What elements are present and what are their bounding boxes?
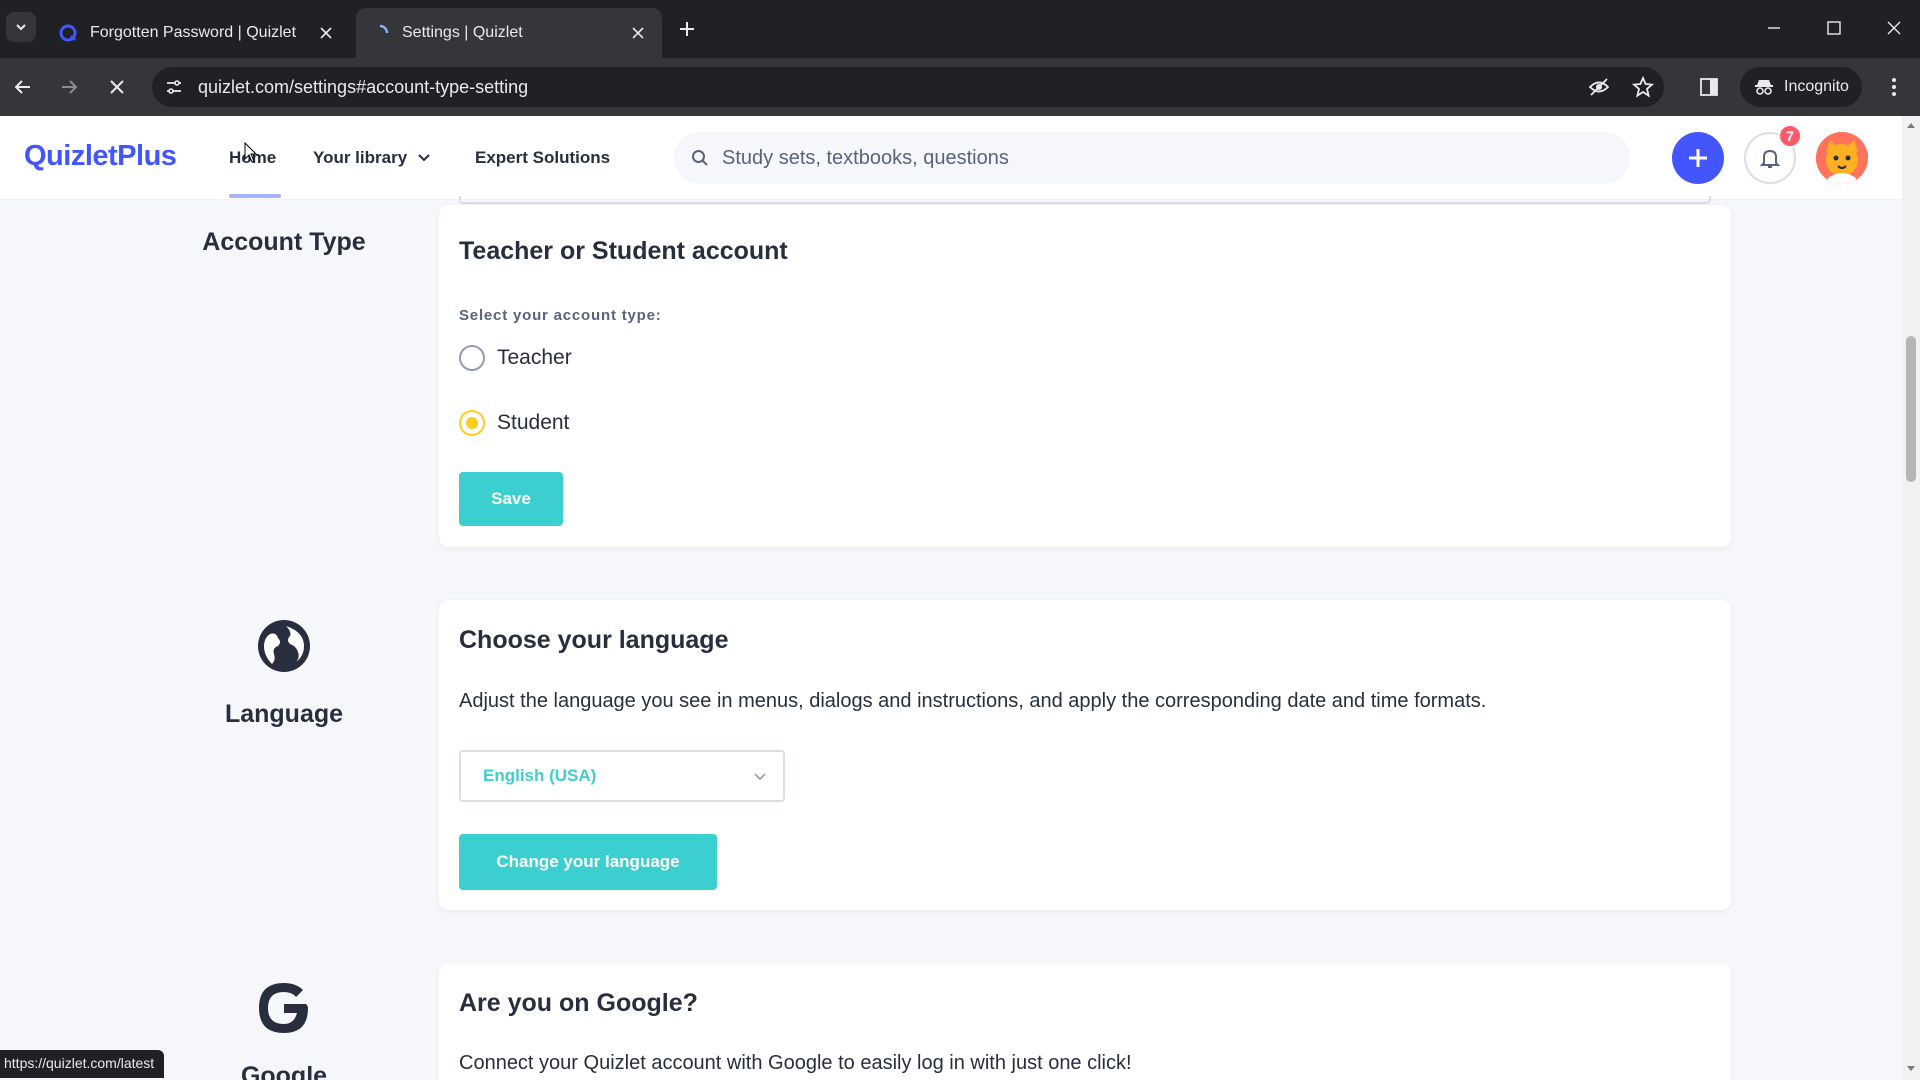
language-selected-value: English (USA) (483, 766, 597, 785)
scroll-up-arrow-icon[interactable] (1906, 120, 1916, 130)
scrollbar-thumb[interactable] (1906, 336, 1916, 482)
site-header: QuizletPlus Home Your library Expert Sol… (0, 116, 1902, 200)
language-select[interactable]: English (USA) (459, 750, 785, 802)
close-icon (110, 80, 124, 94)
chevron-down-icon (16, 24, 26, 31)
nav-expert-label: Expert Solutions (475, 148, 611, 167)
teacher-radio[interactable]: Teacher (459, 345, 572, 371)
previous-section-field-edge (459, 196, 1711, 204)
cat-avatar-icon (1816, 132, 1868, 184)
language-description: Adjust the language you see in menus, di… (459, 690, 1487, 712)
account-type-select-label: Select your account type: (459, 307, 662, 324)
teacher-label: Teacher (497, 346, 572, 369)
incognito-icon (1755, 80, 1773, 95)
plus-icon (1689, 149, 1707, 167)
incognito-label: Incognito (1784, 78, 1849, 95)
bookmark-star-icon[interactable] (1632, 76, 1654, 98)
language-card: Choose your language Adjust the language… (439, 600, 1731, 910)
google-icon (256, 980, 312, 1036)
google-description: Connect your Quizlet account with Google… (459, 1052, 1132, 1074)
quizlet-plus-logo[interactable]: QuizletPlus (24, 140, 177, 173)
back-button[interactable] (6, 70, 40, 104)
mouse-cursor-icon (244, 142, 258, 163)
plus-icon (680, 22, 694, 36)
create-button[interactable] (1672, 132, 1724, 184)
search-input[interactable]: Study sets, textbooks, questions (674, 132, 1630, 184)
loading-spinner-icon (370, 23, 390, 43)
radio-selected[interactable] (459, 410, 485, 436)
browser-tab-bar: Forgotten Password | Quizlet Settings | … (0, 0, 1920, 58)
status-bar-url: https://quizlet.com/latest (0, 1050, 165, 1078)
more-vertical-icon (1892, 78, 1896, 96)
chevron-down-icon (753, 770, 767, 784)
browser-toolbar: quizlet.com/settings#account-type-settin… (0, 58, 1920, 116)
google-side-label: Google (240, 1062, 328, 1080)
close-icon[interactable] (316, 23, 336, 43)
tab-title: Forgotten Password | Quizlet (90, 24, 297, 41)
active-nav-indicator (229, 194, 281, 198)
quizlet-favicon-icon (58, 23, 78, 43)
url-text: quizlet.com/settings#account-type-settin… (198, 77, 529, 97)
globe-icon (256, 618, 312, 674)
side-panel-icon (1700, 78, 1718, 96)
site-settings-icon[interactable] (164, 77, 184, 97)
tab-title: Settings | Quizlet (402, 24, 523, 41)
tab-search-button[interactable] (6, 12, 36, 42)
tab-settings[interactable]: Settings | Quizlet (356, 8, 662, 58)
arrow-left-icon (14, 80, 30, 94)
minimize-icon (1768, 27, 1780, 29)
eye-off-icon[interactable] (1588, 76, 1610, 98)
incognito-indicator[interactable]: Incognito (1740, 67, 1862, 107)
account-type-side-label: Account Type (202, 228, 366, 256)
nav-library-label: Your library (313, 148, 408, 167)
language-title: Choose your language (459, 626, 729, 654)
tab-forgotten-password[interactable]: Forgotten Password | Quizlet (44, 8, 350, 58)
language-side-label: Language (224, 700, 344, 728)
stop-loading-button[interactable] (100, 70, 134, 104)
avatar[interactable] (1816, 132, 1868, 184)
maximize-icon (1827, 21, 1841, 35)
forward-button[interactable] (52, 70, 86, 104)
nav-your-library[interactable]: Your library (313, 148, 431, 168)
student-label: Student (497, 411, 570, 434)
browser-menu-button[interactable] (1882, 74, 1906, 100)
arrow-right-icon (62, 80, 78, 94)
side-panel-button[interactable] (1692, 70, 1726, 104)
new-tab-button[interactable] (672, 14, 702, 44)
bell-icon (1759, 149, 1781, 168)
search-icon (690, 148, 710, 168)
account-type-title: Teacher or Student account (459, 237, 788, 265)
save-button[interactable]: Save (459, 472, 563, 526)
close-icon (1887, 21, 1901, 35)
close-icon[interactable] (628, 23, 648, 43)
change-language-button[interactable]: Change your language (459, 834, 717, 890)
window-close-button[interactable] (1874, 10, 1914, 46)
notification-badge: 7 (1778, 124, 1802, 148)
account-type-card: Teacher or Student account Select your a… (439, 205, 1731, 547)
chevron-down-icon (417, 153, 431, 163)
address-bar[interactable]: quizlet.com/settings#account-type-settin… (152, 67, 1664, 107)
google-card: Are you on Google? Connect your Quizlet … (439, 963, 1731, 1080)
page-scrollbar[interactable] (1902, 116, 1920, 1080)
maximize-button[interactable] (1814, 10, 1854, 46)
search-placeholder: Study sets, textbooks, questions (722, 147, 1009, 169)
student-radio[interactable]: Student (459, 410, 569, 436)
google-title: Are you on Google? (459, 989, 698, 1017)
nav-expert-solutions[interactable]: Expert Solutions (475, 148, 610, 168)
radio-unselected[interactable] (459, 345, 485, 371)
scroll-down-arrow-icon[interactable] (1906, 1064, 1916, 1074)
minimize-button[interactable] (1754, 10, 1794, 46)
